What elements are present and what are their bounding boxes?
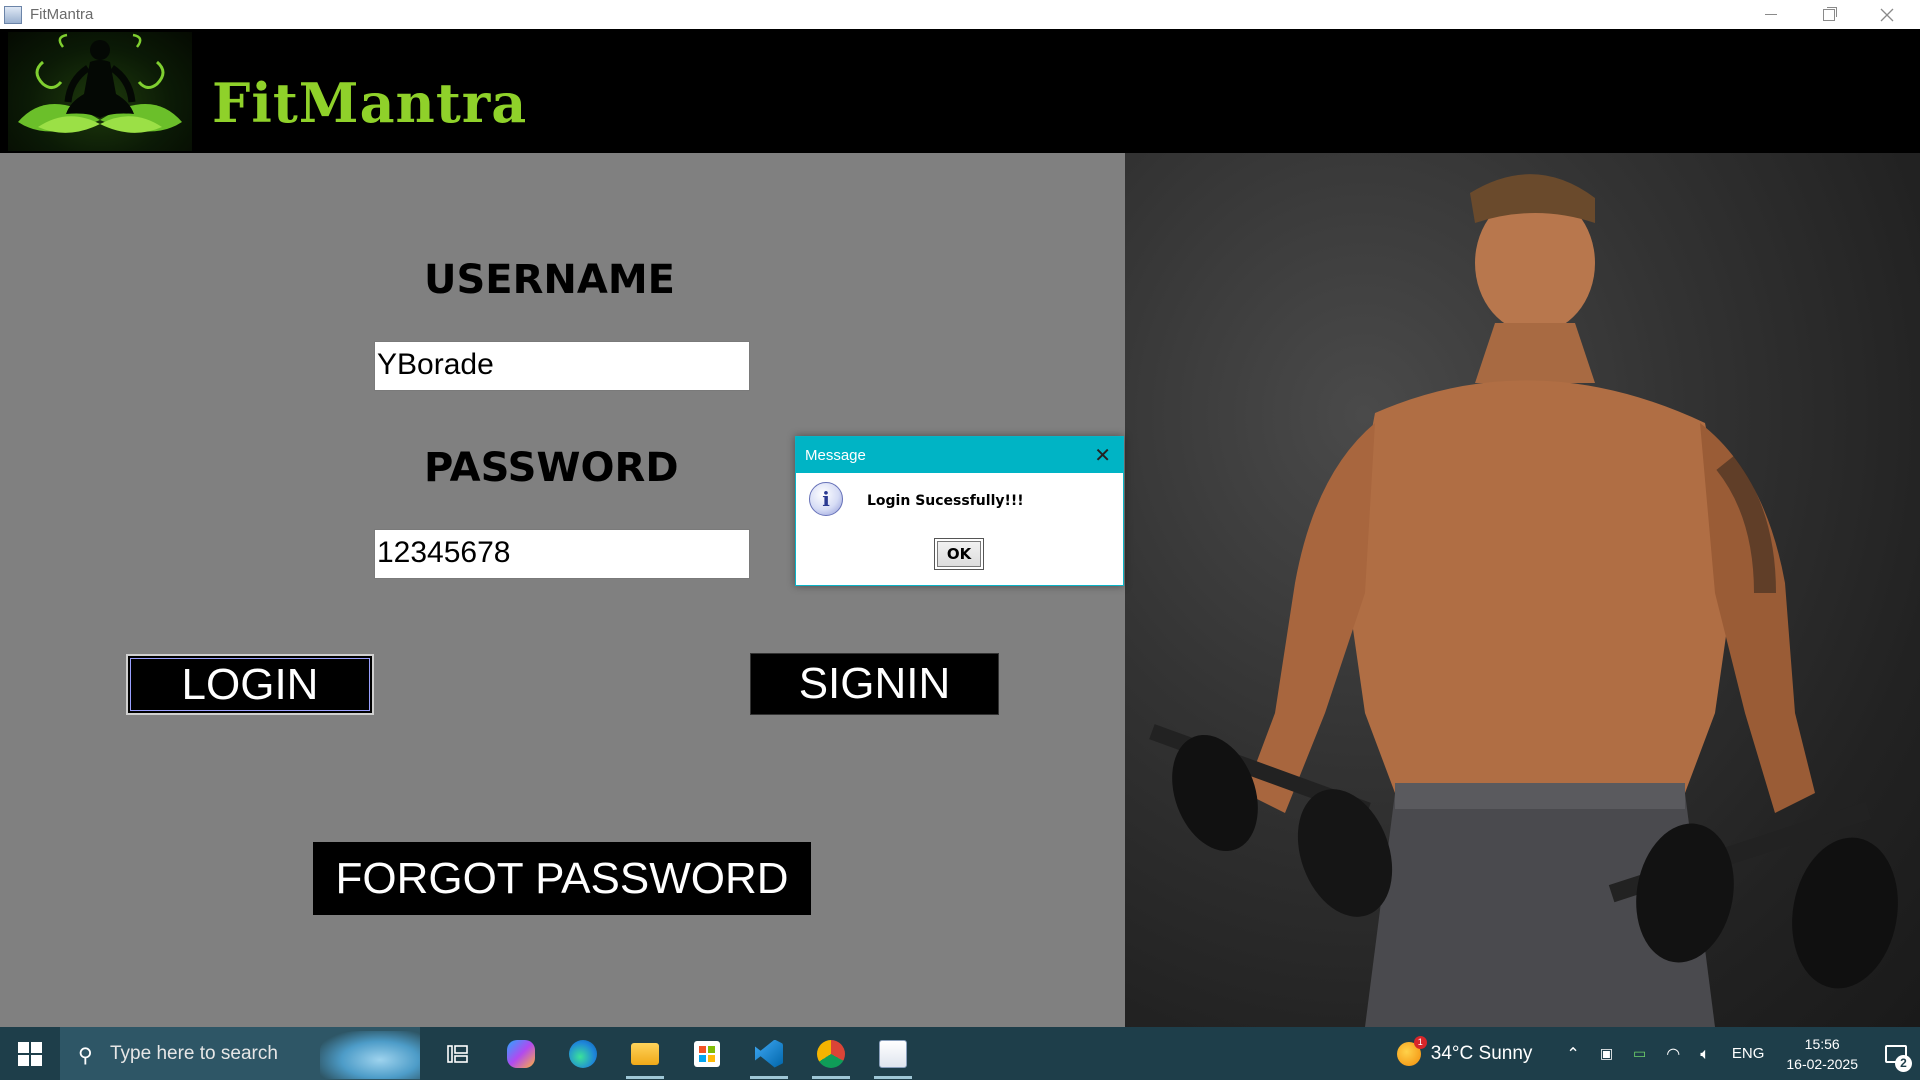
vscode-button[interactable] xyxy=(738,1027,800,1080)
dialog-body: i Login Sucessfully!!! OK xyxy=(796,473,1123,586)
dialog-close-icon[interactable]: ✕ xyxy=(1094,445,1111,465)
chrome-button[interactable] xyxy=(800,1027,862,1080)
bodybuilder-photo xyxy=(1125,153,1920,1027)
edge-button[interactable] xyxy=(552,1027,614,1080)
close-icon xyxy=(1880,8,1894,21)
username-field[interactable]: YBorade xyxy=(374,341,750,391)
windows-logo-icon xyxy=(18,1041,42,1066)
weather-text[interactable]: 34°C Sunny xyxy=(1431,1043,1533,1065)
login-panel: USERNAME YBorade PASSWORD 12345678 LOGIN… xyxy=(0,153,1125,1027)
store-icon xyxy=(694,1040,720,1067)
search-highlight-image xyxy=(320,1031,420,1079)
app-brand-title: FitMantra xyxy=(212,71,528,135)
wifi-icon[interactable]: ◠ xyxy=(1666,1044,1680,1063)
clock-date: 16-02-2025 xyxy=(1786,1055,1858,1072)
username-label: USERNAME xyxy=(424,257,675,303)
java-app-button[interactable] xyxy=(862,1027,924,1080)
window-titlebar: FitMantra xyxy=(0,0,1920,29)
vscode-icon xyxy=(755,1039,783,1068)
folder-icon xyxy=(631,1042,659,1065)
message-dialog: Message ✕ i Login Sucessfully!!! OK xyxy=(795,436,1124,586)
copilot-icon xyxy=(507,1039,535,1068)
dialog-titlebar[interactable]: Message ✕ xyxy=(796,437,1123,473)
password-label: PASSWORD xyxy=(424,445,679,491)
edge-icon xyxy=(569,1039,597,1068)
notification-count-badge: 2 xyxy=(1895,1055,1912,1072)
task-view-icon xyxy=(447,1044,468,1063)
signin-button[interactable]: SIGNIN xyxy=(750,653,999,715)
login-button[interactable]: LOGIN xyxy=(126,654,374,715)
java-icon xyxy=(879,1039,907,1068)
app-header: FitMantra xyxy=(0,29,1920,153)
system-tray: 34°C Sunny ⌃ ▣ ▭ ◠ 🔈︎ ENG 15:56 16-02-20… xyxy=(1396,1027,1920,1080)
information-icon: i xyxy=(809,482,843,516)
weather-sunny-icon[interactable] xyxy=(1396,1035,1427,1066)
file-explorer-button[interactable] xyxy=(614,1027,676,1080)
restore-button[interactable] xyxy=(1800,0,1858,29)
password-field[interactable]: 12345678 xyxy=(374,529,750,579)
minimize-icon xyxy=(1765,14,1777,15)
windows-taskbar: ⚲ Type here to search 34°C Sunny ⌃ ▣ ▭ ◠… xyxy=(0,1027,1920,1080)
restore-icon xyxy=(1823,8,1835,21)
dialog-title: Message xyxy=(805,446,866,464)
volume-icon[interactable]: 🔈︎ xyxy=(1700,1044,1710,1064)
window-title: FitMantra xyxy=(30,6,94,23)
device-icon[interactable]: ▣ xyxy=(1600,1046,1613,1062)
input-language[interactable]: ENG xyxy=(1732,1045,1765,1062)
taskbar-clock[interactable]: 15:56 16-02-2025 xyxy=(1786,1034,1858,1074)
taskbar-search-box[interactable]: ⚲ Type here to search xyxy=(60,1027,420,1080)
task-view-button[interactable] xyxy=(428,1027,490,1080)
start-button[interactable] xyxy=(0,1027,60,1080)
clock-time: 15:56 xyxy=(1804,1035,1840,1052)
copilot-button[interactable] xyxy=(490,1027,552,1080)
search-icon: ⚲ xyxy=(78,1042,93,1067)
minimize-button[interactable] xyxy=(1742,0,1800,29)
microsoft-store-button[interactable] xyxy=(676,1027,738,1080)
battery-icon[interactable]: ▭ xyxy=(1633,1046,1646,1062)
show-hidden-icons-chevron-up-icon[interactable]: ⌃ xyxy=(1566,1044,1579,1063)
search-placeholder: Type here to search xyxy=(110,1042,278,1064)
java-app-icon xyxy=(4,5,22,24)
chrome-icon xyxy=(817,1039,845,1068)
yoga-meditation-logo-icon xyxy=(8,32,192,151)
forgot-password-button[interactable]: FORGOT PASSWORD xyxy=(313,842,811,915)
pinned-apps xyxy=(428,1027,924,1080)
ok-button[interactable]: OK xyxy=(934,538,984,570)
dialog-message: Login Sucessfully!!! xyxy=(867,493,1024,509)
notification-center-button[interactable]: 2 xyxy=(1872,1027,1920,1080)
close-button[interactable] xyxy=(1858,0,1916,29)
